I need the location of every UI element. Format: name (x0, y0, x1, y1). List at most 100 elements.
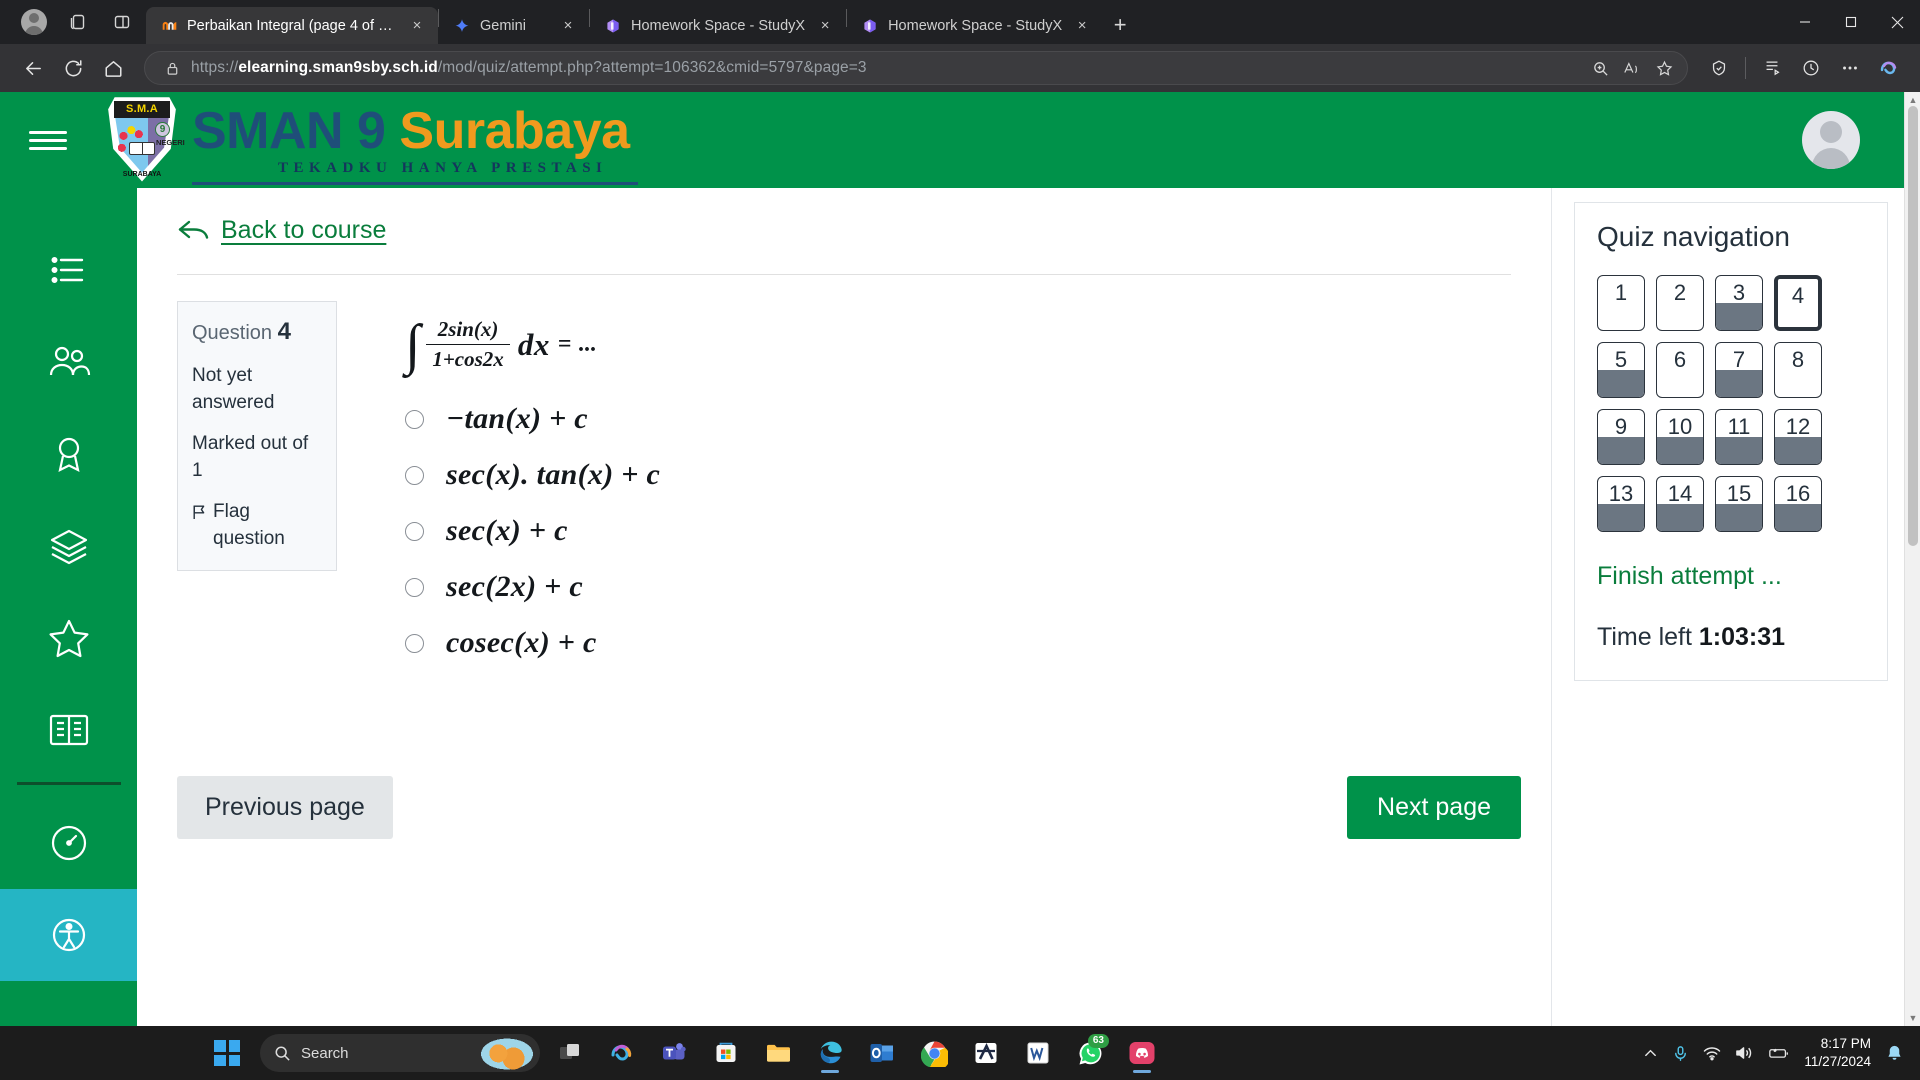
start-button-icon[interactable] (214, 1040, 240, 1066)
wifi-icon[interactable] (1703, 1045, 1721, 1061)
file-explorer-icon[interactable] (756, 1031, 800, 1075)
answer-option-3[interactable]: sec(2x) + c (405, 570, 1551, 604)
battery-icon[interactable] (1768, 1045, 1790, 1061)
sidebar-item-dashboard[interactable] (0, 797, 137, 889)
edge-icon[interactable] (808, 1031, 852, 1075)
sidebar-item-layers[interactable] (0, 500, 137, 592)
radio-button[interactable] (405, 409, 424, 429)
taskbar-search[interactable]: Search (260, 1034, 540, 1072)
menu-toggle-icon[interactable] (0, 126, 96, 155)
mathway-icon[interactable] (964, 1031, 1008, 1075)
tab-1[interactable]: Gemini × (439, 7, 589, 44)
quiz-nav-button-9[interactable]: 9 (1597, 409, 1645, 465)
answer-option-4[interactable]: cosec(x) + c (405, 626, 1551, 660)
sidebar-item-participants[interactable] (0, 316, 137, 408)
task-view-icon[interactable] (548, 1031, 592, 1075)
outlook-icon[interactable] (860, 1031, 904, 1075)
tab-close-button[interactable]: × (557, 15, 579, 37)
quiz-nav-button-13[interactable]: 13 (1597, 476, 1645, 532)
quiz-nav-button-6[interactable]: 6 (1656, 342, 1704, 398)
answer-option-1[interactable]: sec(x). tan(x) + c (405, 458, 1551, 492)
quiz-nav-button-1[interactable]: 1 (1597, 275, 1645, 331)
answer-option-0[interactable]: −tan(x) + c (405, 402, 1551, 436)
tab-close-button[interactable]: × (406, 15, 428, 37)
quiz-nav-button-4[interactable]: 4 (1774, 275, 1822, 331)
show-hidden-icons-chevron-icon[interactable] (1643, 1046, 1658, 1061)
notifications-bell-icon[interactable] (1885, 1044, 1904, 1063)
sidebar-item-book[interactable] (0, 684, 137, 776)
more-options-icon[interactable] (1831, 51, 1869, 85)
zoom-icon[interactable] (1585, 54, 1615, 82)
tab-3[interactable]: Homework Space - StudyX × (847, 7, 1103, 44)
sidebar-item-badges[interactable] (0, 408, 137, 500)
maximize-button[interactable] (1828, 0, 1874, 44)
quiz-nav-button-8[interactable]: 8 (1774, 342, 1822, 398)
tab-0[interactable]: Perbaikan Integral (page 4 of 16) × (146, 7, 438, 44)
tab-actions-icon[interactable] (58, 4, 98, 40)
quiz-nav-button-7[interactable]: 7 (1715, 342, 1763, 398)
split-screen-icon[interactable] (102, 4, 142, 40)
flag-question-button[interactable]: Flag question (192, 498, 322, 552)
quiz-nav-button-16[interactable]: 16 (1774, 476, 1822, 532)
volume-icon[interactable] (1735, 1045, 1754, 1061)
address-bar[interactable]: https://elearning.sman9sby.sch.id/mod/qu… (144, 51, 1688, 85)
collections-icon[interactable] (1753, 51, 1791, 85)
question-formula: ∫ 2sin(x) 1+cos2x dx = ... (405, 317, 1551, 373)
answer-option-2[interactable]: sec(x) + c (405, 514, 1551, 548)
new-tab-button[interactable]: + (1103, 8, 1137, 42)
favorite-star-icon[interactable] (1649, 54, 1679, 82)
copilot-sidebar-icon[interactable] (1870, 51, 1908, 85)
user-avatar[interactable] (1802, 111, 1860, 169)
back-to-course-link[interactable]: Back to course (221, 216, 386, 245)
page-scrollbar[interactable]: ▲ ▼ (1904, 92, 1920, 1026)
chrome-icon[interactable] (912, 1031, 956, 1075)
sidebar-item-list[interactable] (0, 224, 137, 316)
profile-avatar-button[interactable] (14, 4, 54, 40)
back-button-icon[interactable] (14, 51, 52, 85)
quiz-nav-button-10[interactable]: 10 (1656, 409, 1704, 465)
word-icon[interactable] (1016, 1031, 1060, 1075)
whatsapp-icon[interactable]: 63 (1068, 1031, 1112, 1075)
tab-close-button[interactable]: × (814, 15, 836, 37)
main-and-nav: Back to course Question 4 Not yet answer… (137, 188, 1904, 1026)
minimize-button[interactable] (1782, 0, 1828, 44)
home-button-icon[interactable] (94, 51, 132, 85)
quiz-nav-button-2[interactable]: 2 (1656, 275, 1704, 331)
radio-button[interactable] (405, 465, 424, 485)
rail-divider (16, 782, 121, 785)
discord-icon[interactable] (1120, 1031, 1164, 1075)
scrollbar-thumb[interactable] (1908, 106, 1918, 546)
finish-attempt-link[interactable]: Finish attempt ... (1597, 562, 1865, 591)
previous-page-button[interactable]: Previous page (177, 776, 393, 839)
copilot-icon[interactable] (600, 1031, 644, 1075)
read-aloud-icon[interactable] (1617, 54, 1647, 82)
microsoft-store-icon[interactable] (704, 1031, 748, 1075)
taskbar-clock[interactable]: 8:17 PM 11/27/2024 (1804, 1035, 1871, 1071)
scroll-down-arrow-icon[interactable]: ▼ (1905, 1010, 1920, 1026)
site-brand[interactable]: S.M.A 9 NEGERI SURABAYA SMAN 9 Surabaya … (106, 96, 638, 185)
reload-button-icon[interactable] (54, 51, 92, 85)
quiz-nav-button-11[interactable]: 11 (1715, 409, 1763, 465)
tab-close-button[interactable]: × (1071, 15, 1093, 37)
quiz-nav-button-15[interactable]: 15 (1715, 476, 1763, 532)
tab-2[interactable]: Homework Space - StudyX × (590, 7, 846, 44)
microphone-icon[interactable] (1672, 1045, 1689, 1062)
close-window-button[interactable] (1874, 0, 1920, 44)
quiz-navigation-column: Quiz navigation 1 2 3 4 5 6 7 8 9 10 11 12 13 14 15 16 … (1551, 188, 1904, 1026)
back-to-course-row[interactable]: Back to course (137, 188, 1551, 245)
history-icon[interactable] (1792, 51, 1830, 85)
radio-button[interactable] (405, 633, 424, 653)
sidebar-item-star[interactable] (0, 592, 137, 684)
quiz-nav-button-3[interactable]: 3 (1715, 275, 1763, 331)
quiz-nav-button-12[interactable]: 12 (1774, 409, 1822, 465)
radio-button[interactable] (405, 577, 424, 597)
page-navigation-buttons: Previous page Next page (137, 776, 1551, 839)
teams-icon[interactable] (652, 1031, 696, 1075)
next-page-button[interactable]: Next page (1347, 776, 1521, 839)
quiz-nav-button-14[interactable]: 14 (1656, 476, 1704, 532)
quiz-nav-button-5[interactable]: 5 (1597, 342, 1645, 398)
radio-button[interactable] (405, 521, 424, 541)
browser-essentials-icon[interactable] (1700, 51, 1738, 85)
url-scheme: https:// (191, 59, 239, 76)
sidebar-item-accessibility[interactable] (0, 889, 137, 981)
